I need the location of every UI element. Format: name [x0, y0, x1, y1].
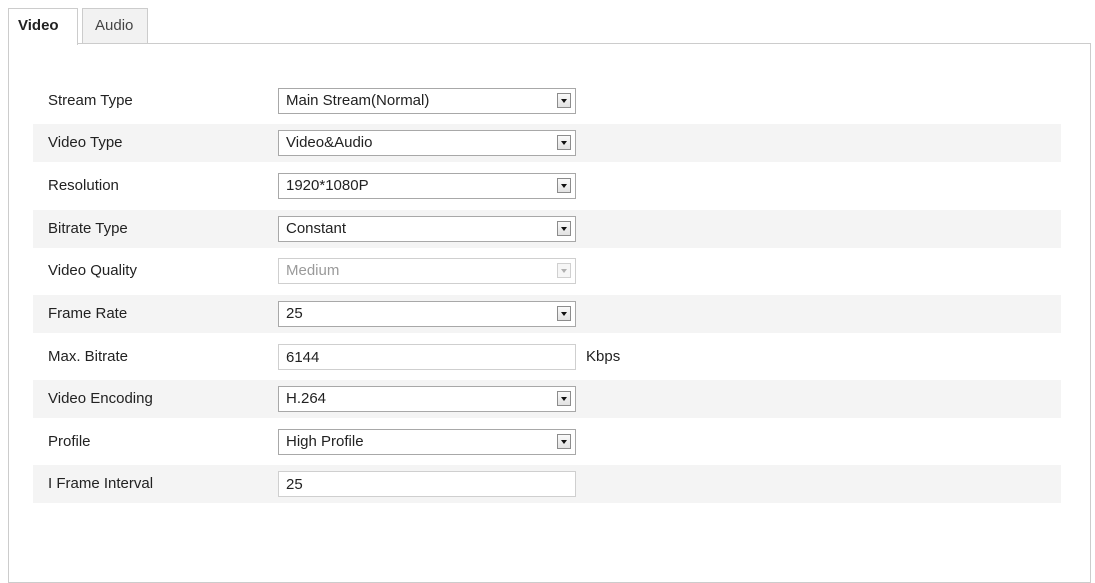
- stream-type-select[interactable]: Main Stream(Normal): [278, 88, 576, 114]
- max-bitrate-label: Max. Bitrate: [48, 348, 129, 365]
- chevron-down-icon[interactable]: [557, 391, 571, 406]
- tab-video[interactable]: Video: [8, 8, 78, 45]
- profile-select[interactable]: High Profile: [278, 429, 576, 455]
- video-type-label: Video Type: [48, 134, 123, 151]
- max-bitrate-row: Max. Bitrate Kbps: [33, 338, 1061, 376]
- tab-audio[interactable]: Audio: [82, 8, 148, 44]
- stream-type-row: Stream Type Main Stream(Normal): [33, 82, 1061, 120]
- chevron-down-icon[interactable]: [557, 135, 571, 150]
- video-encoding-row: Video Encoding H.264: [33, 380, 1061, 418]
- chevron-down-icon[interactable]: [557, 221, 571, 236]
- video-type-value: Video&Audio: [286, 134, 373, 151]
- video-type-select[interactable]: Video&Audio: [278, 130, 576, 156]
- video-encoding-select[interactable]: H.264: [278, 386, 576, 412]
- chevron-down-icon: [557, 263, 571, 278]
- profile-value: High Profile: [286, 433, 364, 450]
- frame-rate-select[interactable]: 25: [278, 301, 576, 327]
- profile-label: Profile: [48, 433, 91, 450]
- video-quality-select: Medium: [278, 258, 576, 284]
- video-quality-label: Video Quality: [48, 262, 137, 279]
- bitrate-type-value: Constant: [286, 220, 347, 237]
- stream-type-label: Stream Type: [48, 92, 133, 109]
- bitrate-type-select[interactable]: Constant: [278, 216, 576, 242]
- i-frame-interval-input[interactable]: [278, 471, 576, 497]
- stream-type-value: Main Stream(Normal): [286, 92, 430, 109]
- chevron-down-icon[interactable]: [557, 178, 571, 193]
- chevron-down-icon[interactable]: [557, 306, 571, 321]
- frame-rate-label: Frame Rate: [48, 305, 128, 322]
- resolution-row: Resolution 1920*1080P: [33, 167, 1061, 205]
- max-bitrate-unit: Kbps: [586, 348, 621, 365]
- i-frame-interval-row: I Frame Interval: [33, 465, 1061, 503]
- chevron-down-icon[interactable]: [557, 93, 571, 108]
- bitrate-type-label: Bitrate Type: [48, 220, 128, 237]
- video-quality-value: Medium: [286, 262, 340, 279]
- profile-row: Profile High Profile: [33, 423, 1061, 461]
- video-quality-row: Video Quality Medium: [33, 252, 1061, 290]
- video-encoding-value: H.264: [286, 390, 327, 407]
- video-type-row: Video Type Video&Audio: [33, 124, 1061, 162]
- chevron-down-icon[interactable]: [557, 434, 571, 449]
- frame-rate-value: 25: [286, 305, 303, 322]
- resolution-label: Resolution: [48, 177, 119, 194]
- video-settings-panel: Stream Type Main Stream(Normal) Video Ty…: [8, 43, 1091, 583]
- tab-bar: Video Audio: [8, 8, 148, 45]
- max-bitrate-input[interactable]: [278, 344, 576, 370]
- resolution-select[interactable]: 1920*1080P: [278, 173, 576, 199]
- frame-rate-row: Frame Rate 25: [33, 295, 1061, 333]
- resolution-value: 1920*1080P: [286, 177, 369, 194]
- video-encoding-label: Video Encoding: [48, 390, 153, 407]
- bitrate-type-row: Bitrate Type Constant: [33, 210, 1061, 248]
- i-frame-interval-label: I Frame Interval: [48, 475, 154, 492]
